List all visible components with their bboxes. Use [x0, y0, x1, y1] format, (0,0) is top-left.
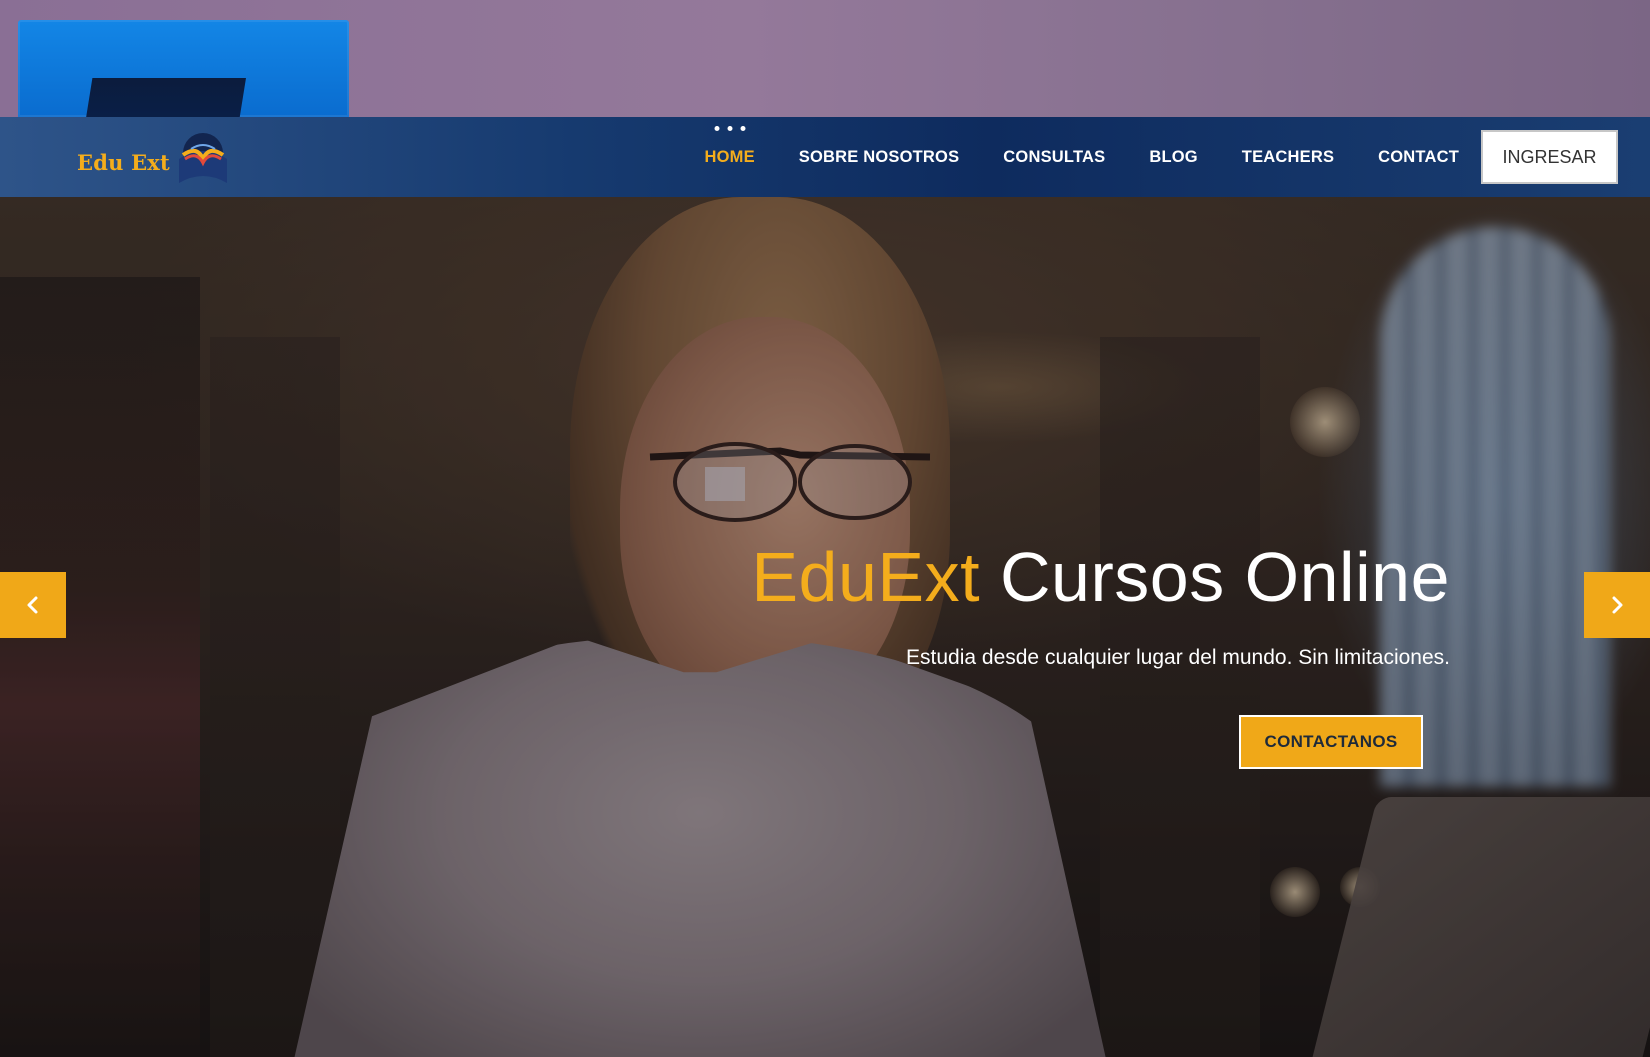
hero-content: EduExt Cursos Online Estudia desde cualq… [650, 542, 1450, 769]
nav-item-label: CONSULTAS [1003, 147, 1106, 166]
nav-menu: HOME SOBRE NOSOTROS CONSULTAS BLOG TEACH… [682, 117, 1650, 197]
nav-item-label: BLOG [1149, 147, 1198, 166]
nav-item-teachers[interactable]: TEACHERS [1242, 148, 1334, 167]
hero-title-rest: Cursos Online [980, 538, 1450, 616]
page: Edu Ext HOME SOBRE NOSOTROS CONSULTAS BL [0, 0, 1650, 1057]
hero-title-brand: EduExt [751, 538, 981, 616]
nav-item-sobre-nosotros[interactable]: SOBRE NOSOTROS [799, 148, 960, 167]
top-banner-strip [0, 0, 1650, 118]
carousel-next-button[interactable] [1584, 572, 1650, 638]
nav-item-consultas[interactable]: CONSULTAS [1003, 148, 1105, 167]
nav-item-contact[interactable]: CONTACT [1378, 148, 1459, 167]
chevron-right-icon [1612, 596, 1623, 614]
login-button[interactable]: INGRESAR [1481, 130, 1618, 184]
logo-text: Edu Ext [77, 149, 170, 175]
promo-image [18, 20, 349, 118]
chevron-left-icon [27, 596, 38, 614]
main-navbar: Edu Ext HOME SOBRE NOSOTROS CONSULTAS BL [0, 117, 1650, 197]
nav-item-blog[interactable]: BLOG [1149, 148, 1197, 167]
site-logo[interactable]: Edu Ext [77, 125, 247, 189]
nav-item-label: HOME [704, 147, 755, 166]
carousel-prev-button[interactable] [0, 572, 66, 638]
hero-slider: EduExt Cursos Online Estudia desde cualq… [0, 197, 1650, 1057]
active-indicator-dots [714, 125, 746, 131]
nav-item-label: SOBRE NOSOTROS [798, 147, 960, 166]
contact-cta-button[interactable]: CONTACTANOS [1239, 715, 1423, 769]
promo-screen-graphic [86, 78, 246, 118]
hero-title: EduExt Cursos Online [650, 542, 1450, 612]
book-emblem-icon [179, 133, 227, 183]
hero-subtitle: Estudia desde cualquier lugar del mundo.… [906, 646, 1450, 669]
nav-item-label: TEACHERS [1241, 147, 1335, 166]
nav-item-label: CONTACT [1378, 147, 1459, 166]
nav-item-home[interactable]: HOME [704, 125, 755, 167]
